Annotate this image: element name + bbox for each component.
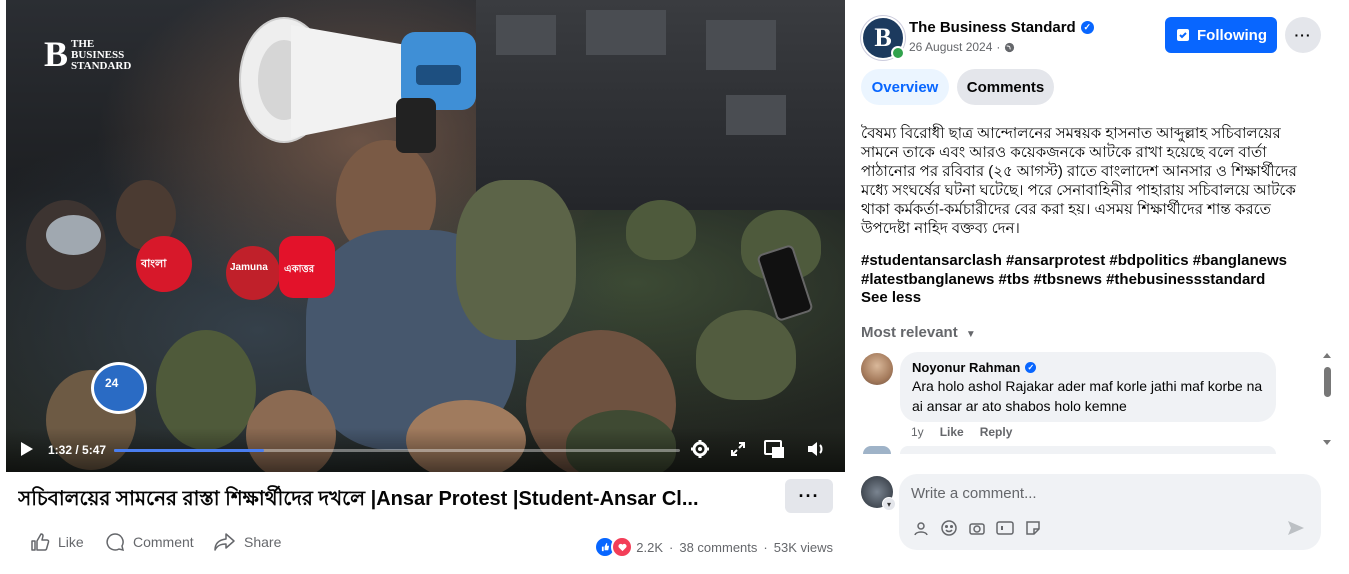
tab-overview-label: Overview — [871, 78, 939, 96]
miniplayer-icon[interactable] — [762, 437, 786, 461]
tab-comments-label: Comments — [966, 78, 1045, 96]
comment-text: Ara holo ashol Rajakar ader maf korle ja… — [912, 378, 1263, 414]
view-count: 53K views — [773, 539, 833, 555]
thumbs-up-icon — [31, 533, 50, 551]
stat-separator: · — [669, 539, 674, 555]
comment-sort-dropdown[interactable]: Most relevant ▼ — [861, 324, 976, 341]
share-button[interactable]: Share — [214, 532, 281, 552]
love-reaction-icon — [611, 536, 634, 558]
post-hashtags[interactable]: #studentansarclash #ansarprotest #bdpoli… — [861, 251, 1321, 289]
reaction-count[interactable]: 2.2K — [636, 540, 663, 555]
comment-icon — [106, 533, 125, 552]
verified-badge-icon: ✓ — [1025, 362, 1037, 373]
share-icon — [214, 533, 235, 551]
mic-label-3: একাত্তর — [284, 264, 315, 275]
settings-icon[interactable] — [688, 437, 712, 461]
next-commenter-avatar[interactable] — [863, 446, 891, 454]
camera-icon[interactable] — [967, 518, 987, 538]
page-name[interactable]: The Business Standard — [909, 19, 1076, 36]
following-button[interactable]: Following — [1165, 17, 1277, 53]
microphone-4 — [91, 362, 147, 414]
scroll-down-arrow-icon[interactable] — [1323, 440, 1331, 445]
comment-meta: 1y Like Reply — [911, 425, 1028, 439]
comments-scrollbar[interactable] — [1321, 350, 1333, 450]
comment-reply-button[interactable]: Reply — [980, 425, 1013, 439]
comment-label: Comment — [133, 534, 194, 550]
post-details-panel: B The Business Standard ✓ 26 August 2024… — [851, 0, 1349, 574]
like-label: Like — [58, 534, 84, 550]
comment-age[interactable]: 1y — [911, 425, 924, 439]
play-icon[interactable] — [21, 442, 33, 456]
like-button[interactable]: Like — [30, 532, 84, 552]
video-controls: 1:32 / 5:47 — [6, 428, 845, 472]
comment-input[interactable]: Write a comment... — [911, 485, 1037, 502]
avatar-sticker-icon[interactable] — [911, 518, 931, 538]
comment-author-link[interactable]: Noyonur Rahman ✓ — [912, 360, 1037, 375]
send-icon[interactable] — [1287, 520, 1305, 541]
post-stats: 2.2K · 38 comments · 53K views — [594, 536, 833, 558]
globe-icon — [1005, 42, 1015, 52]
video-panel: বাংলা Jamuna একাত্তর 24 B THE BUSINESS STA… — [0, 0, 851, 574]
following-label: Following — [1197, 26, 1267, 44]
commenter-avatar[interactable] — [861, 353, 893, 385]
sticker-icon[interactable] — [1023, 518, 1043, 538]
share-label: Share — [244, 534, 282, 550]
caret-down-icon: ▼ — [965, 329, 976, 340]
sort-label: Most relevant — [861, 324, 958, 341]
video-progress-bar[interactable] — [114, 449, 680, 452]
comment-count[interactable]: 38 comments — [679, 540, 757, 555]
more-icon: ··· — [798, 486, 820, 506]
comment-bubble: Noyonur Rahman ✓ Ara holo ashol Rajakar … — [900, 352, 1276, 422]
following-check-icon — [1177, 29, 1189, 41]
gif-icon[interactable] — [995, 518, 1015, 538]
volume-icon[interactable] — [804, 437, 828, 461]
megaphone-icon — [239, 17, 476, 153]
microphone-2 — [226, 246, 280, 300]
mic-label-2: Jamuna — [230, 262, 268, 273]
post-more-button[interactable]: ··· — [1285, 17, 1321, 53]
tab-comments[interactable]: Comments — [957, 69, 1054, 105]
see-less-link[interactable]: See less — [861, 289, 921, 306]
background-building — [476, 0, 845, 210]
post-date-text[interactable]: 26 August 2024 — [909, 40, 992, 54]
page-name-link[interactable]: The Business Standard ✓ — [909, 19, 1094, 36]
comment-composer[interactable]: Write a comment... — [899, 474, 1321, 550]
scrollbar-thumb[interactable] — [1324, 367, 1331, 397]
video-title: সচিবালয়ের সামনের রাস্তা শিক্ষার্থীদের দ… — [18, 488, 699, 510]
scroll-up-arrow-icon[interactable] — [1323, 353, 1331, 358]
post-date[interactable]: 26 August 2024 · — [909, 40, 1015, 54]
comment-like-button[interactable]: Like — [940, 425, 964, 439]
video-player[interactable]: বাংলা Jamuna একাত্তর 24 B THE BUSINESS STA… — [6, 0, 845, 472]
comment-author[interactable]: Noyonur Rahman — [912, 360, 1020, 375]
more-icon: ··· — [1294, 27, 1312, 43]
mic-label-4: 24 — [105, 376, 119, 390]
mic-label-1: বাংলা — [141, 258, 167, 270]
next-comment-bubble — [900, 446, 1276, 454]
stat-separator: · — [763, 539, 768, 555]
fullscreen-icon[interactable] — [726, 437, 750, 461]
video-more-button[interactable]: ··· — [785, 479, 833, 513]
online-indicator — [891, 46, 905, 60]
emoji-icon[interactable] — [939, 518, 959, 538]
video-progress-fill — [114, 449, 264, 452]
tab-overview[interactable]: Overview — [861, 69, 949, 105]
comment-button[interactable]: Comment — [105, 532, 194, 552]
verified-badge-icon: ✓ — [1080, 21, 1094, 34]
post-description: বৈষম্য বিরোধী ছাত্র আন্দোলনের সমন্বয়ক হ… — [861, 125, 1297, 237]
chevron-down-icon[interactable]: ▾ — [882, 497, 896, 511]
video-watermark-logo: B THE BUSINESS STANDARD — [44, 34, 132, 74]
video-time: 1:32 / 5:47 — [48, 443, 107, 457]
